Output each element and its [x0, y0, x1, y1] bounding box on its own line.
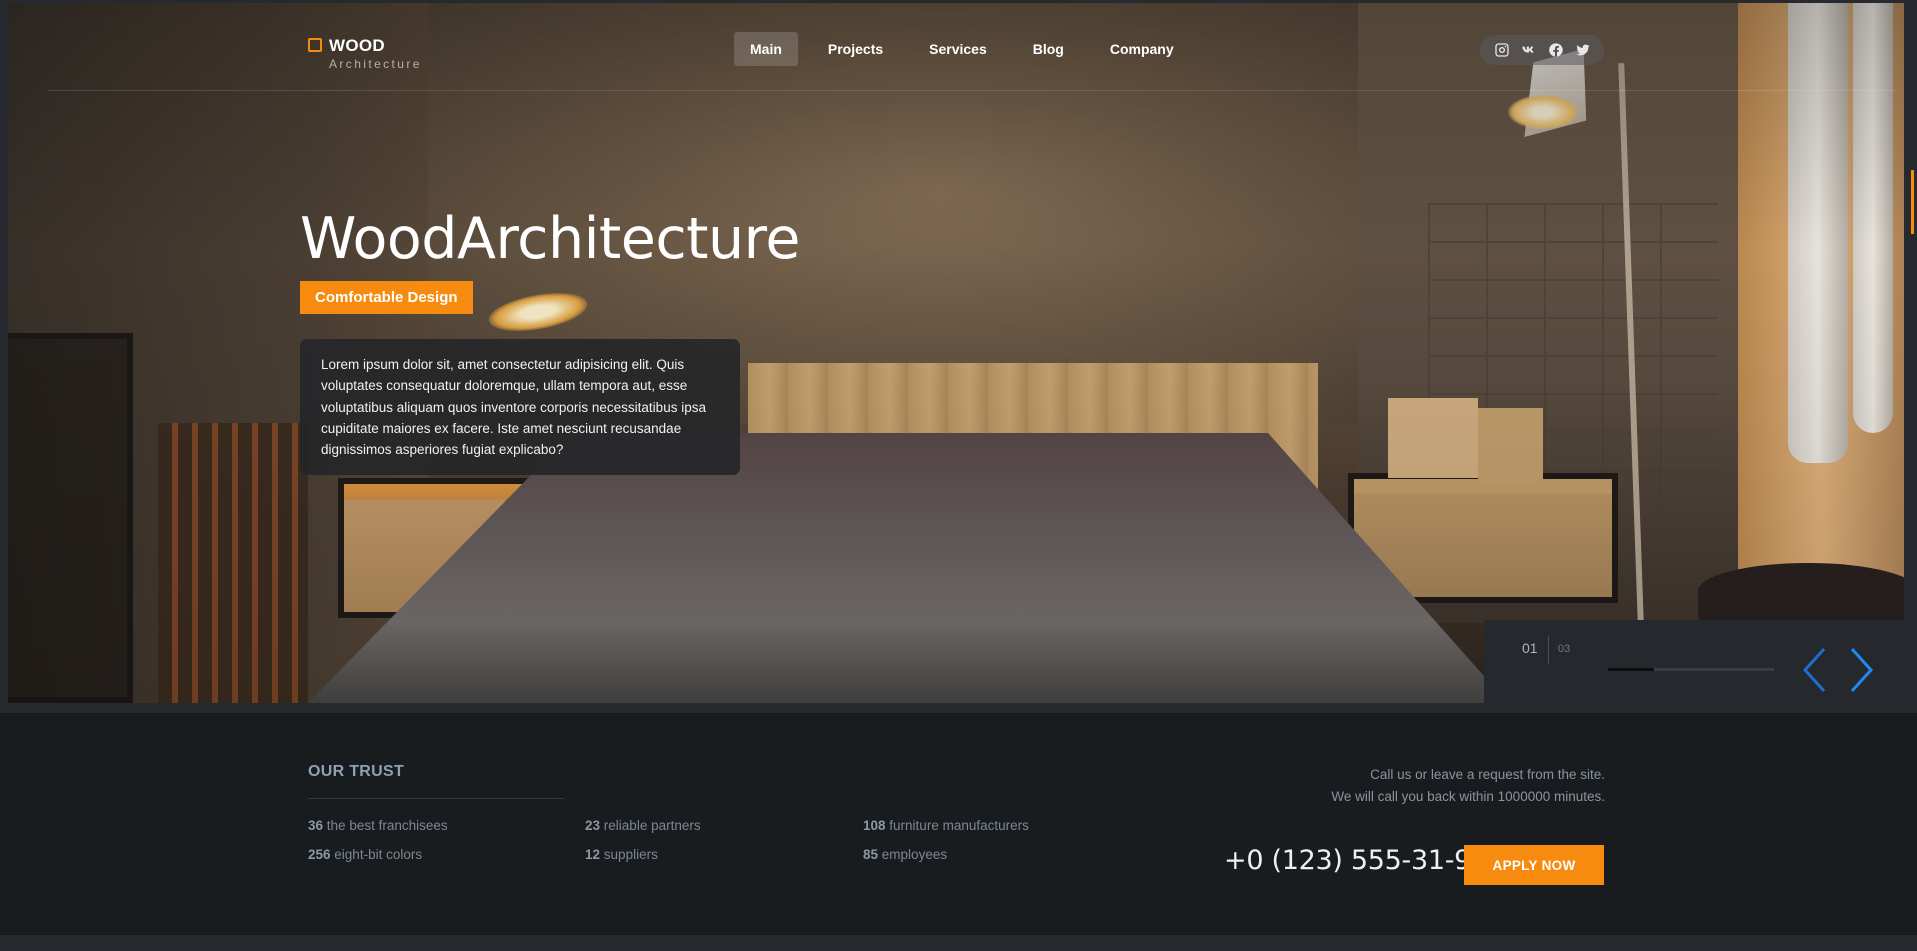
nav-item-services[interactable]: Services — [913, 32, 1003, 66]
stat-value: 23 — [585, 818, 601, 833]
call-text-line-1: Call us or leave a request from the site… — [1370, 767, 1605, 782]
hero-title: WoodArchitecture — [300, 206, 800, 272]
call-text-line-2: We will call you back within 1000000 min… — [1331, 789, 1605, 804]
stat-item: 108 furniture manufacturers — [863, 818, 1029, 833]
stat-value: 85 — [863, 847, 879, 862]
slide-progress-fill — [1608, 668, 1655, 671]
nav-item-blog[interactable]: Blog — [1017, 32, 1080, 66]
trust-section: OUR TRUST 36 the best franchisees 23 rel… — [0, 713, 1917, 935]
stat-item: 85 employees — [863, 847, 947, 862]
stat-label: suppliers — [603, 847, 658, 862]
header-divider — [48, 90, 1898, 91]
chevron-right-icon[interactable] — [1848, 646, 1876, 694]
apply-now-button[interactable]: APPLY NOW — [1464, 845, 1604, 885]
stat-value: 256 — [308, 847, 331, 862]
slide-current: 01 — [1522, 640, 1538, 656]
nav-item-projects[interactable]: Projects — [812, 32, 899, 66]
social-links — [1480, 35, 1604, 65]
stat-value: 36 — [308, 818, 324, 833]
logo-subtitle: Architecture — [329, 57, 422, 71]
stat-value: 12 — [585, 847, 601, 862]
stat-label: reliable partners — [603, 818, 701, 833]
instagram-icon[interactable] — [1494, 42, 1510, 58]
vk-icon[interactable] — [1521, 42, 1537, 58]
nav-item-main[interactable]: Main — [734, 32, 798, 66]
stat-item: 36 the best franchisees — [308, 818, 448, 833]
slider-controls: 01 03 — [1484, 620, 1904, 703]
hero-banner — [8, 3, 1904, 703]
twitter-icon[interactable] — [1575, 42, 1591, 58]
stat-value: 108 — [863, 818, 886, 833]
slide-progress-bar — [1608, 668, 1774, 671]
trust-divider — [308, 798, 564, 799]
slide-separator — [1548, 636, 1549, 664]
slide-total: 03 — [1558, 643, 1571, 655]
trust-title: OUR TRUST — [308, 763, 405, 780]
nav-item-company[interactable]: Company — [1094, 32, 1190, 66]
hero-description: Lorem ipsum dolor sit, amet consectetur … — [300, 339, 740, 475]
stat-label: the best franchisees — [326, 818, 448, 833]
stat-item: 23 reliable partners — [585, 818, 701, 833]
hero-badge: Comfortable Design — [300, 281, 473, 314]
stat-label: eight-bit colors — [334, 847, 423, 862]
phone-number[interactable]: +0 (123) 555-31-91 — [1224, 845, 1488, 876]
facebook-icon[interactable] — [1548, 42, 1564, 58]
stat-item: 256 eight-bit colors — [308, 847, 422, 862]
stat-label: employees — [881, 847, 948, 862]
logo-square-icon — [308, 38, 322, 52]
stat-label: furniture manufacturers — [889, 818, 1029, 833]
stat-item: 12 suppliers — [585, 847, 658, 862]
logo-title: WOOD — [329, 36, 385, 55]
chevron-left-icon[interactable] — [1800, 646, 1828, 694]
scrollbar-thumb[interactable] — [1911, 170, 1914, 234]
main-nav: Main Projects Services Blog Company — [734, 32, 1204, 66]
